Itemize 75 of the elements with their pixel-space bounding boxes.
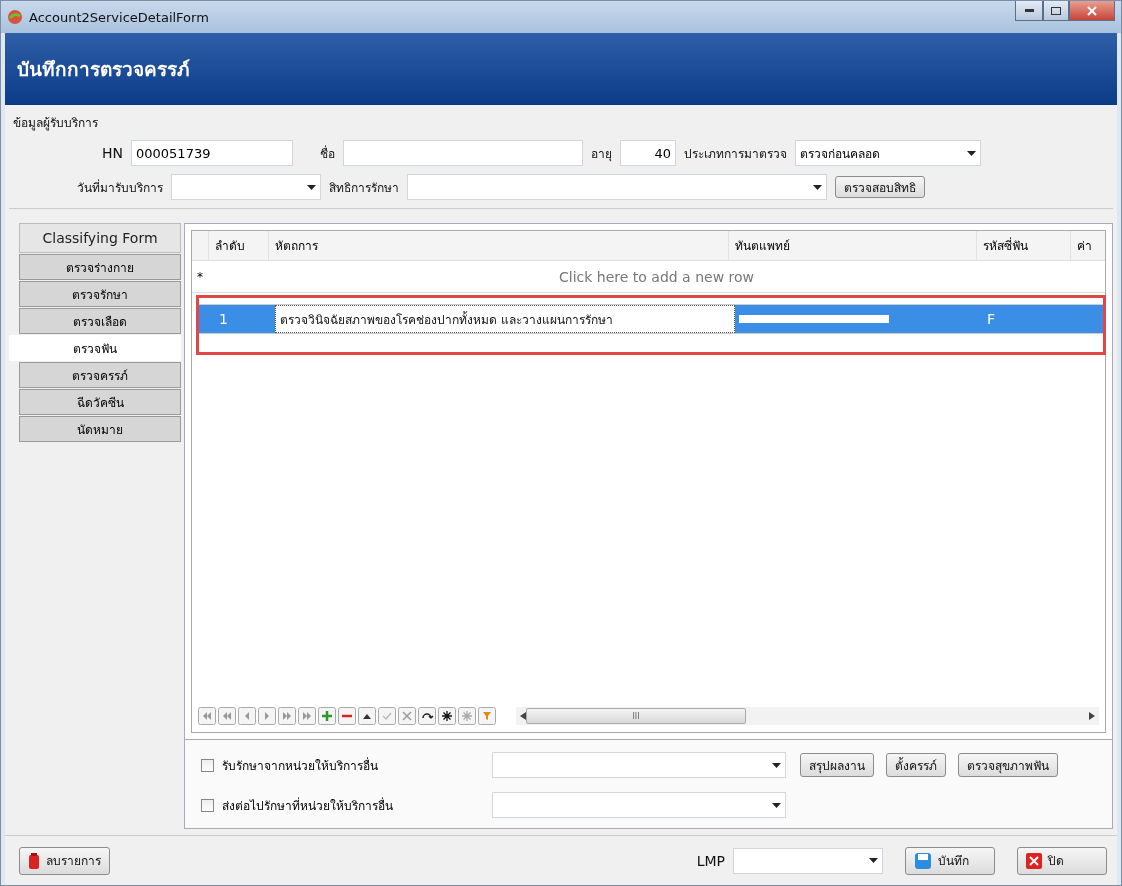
dropdown-caret-icon[interactable] (772, 762, 781, 768)
close-icon (1087, 5, 1097, 16)
sidebar-tab[interactable]: ตรวจร่างกาย (19, 254, 181, 280)
dropdown-caret-icon[interactable] (967, 150, 976, 156)
age-field[interactable]: 40 (620, 140, 676, 166)
column-header[interactable]: ลำดับ (208, 231, 268, 260)
field-label: ชื่อ (319, 144, 335, 163)
sidebar-tab[interactable]: ตรวจเลือด (19, 308, 181, 334)
minimize-icon (1024, 9, 1034, 12)
field-label: LMP (696, 852, 725, 869)
field-label: อายุ (591, 145, 612, 163)
field-label: สิทธิการรักษา (329, 179, 399, 197)
scroll-right-icon[interactable] (1089, 712, 1095, 720)
new-row[interactable]: * Click here to add a new row (192, 261, 1105, 293)
refresh-icon[interactable] (418, 707, 436, 725)
sidebar-header: Classifying Form (19, 223, 181, 253)
delete-button[interactable]: ลบรายการ (19, 846, 110, 875)
table-cell-text: 1 (218, 310, 229, 329)
checkbox-label: รับรักษาจากหน่วยให้บริการอื่น (222, 756, 379, 775)
first-record-icon[interactable] (198, 707, 216, 725)
minimize-button[interactable] (1015, 1, 1043, 21)
filter-icon[interactable] (478, 707, 496, 725)
horizontal-scrollbar[interactable]: III (516, 707, 1099, 725)
checkbox-label: ส่งต่อไปรักษาที่หน่วยให้บริการอื่น (222, 796, 394, 815)
dropdown-caret-icon[interactable] (772, 802, 781, 808)
new-row-marker: * (196, 269, 204, 284)
last-record-icon[interactable] (298, 707, 316, 725)
column-header[interactable]: ทันตแพทย์ (728, 231, 976, 260)
close-window-button[interactable] (1069, 1, 1115, 21)
column-header[interactable]: รหัสซี่ฟัน (976, 231, 1070, 260)
checkbox[interactable] (201, 758, 214, 772)
close-button[interactable]: ปิด (1017, 846, 1107, 875)
next-icon[interactable] (258, 707, 276, 725)
checkbox[interactable] (201, 798, 214, 812)
sidebar-tab[interactable]: นัดหมาย (19, 416, 181, 442)
field-label: วันที่มารับบริการ (76, 178, 163, 197)
up-icon[interactable] (358, 707, 376, 725)
sidebar-tab[interactable]: ตรวจฟัน (9, 335, 181, 361)
close-icon (1026, 852, 1042, 869)
action-button[interactable]: สรุปผลงาน (800, 753, 874, 777)
sidebar-tab[interactable]: ตรวจครรภ์ (19, 362, 181, 388)
table-cell[interactable]: ตรวจวินิจฉัยสภาพของโรคช่องปากทั้งหมด และวางแผนการรักษา (275, 305, 735, 333)
check-icon[interactable] (378, 707, 396, 725)
form-title: บันทึกการตรวจครรภ์ (17, 57, 190, 82)
remove-icon[interactable] (338, 707, 356, 725)
visit-type-dropdown[interactable]: ตรวจก่อนคลอด (795, 140, 981, 166)
dropdown-caret-icon[interactable] (869, 858, 878, 863)
table-row[interactable]: 1 ตรวจวินิจฉัยสภาพของโรคช่องปากทั้งหมด และวางแผนการรักษา F (199, 304, 1103, 334)
window-title: Account2ServiceDetailForm (29, 9, 210, 25)
previous-icon[interactable] (238, 707, 256, 725)
save-button[interactable]: บันทึก (905, 846, 995, 875)
scroll-thumb[interactable]: III (526, 708, 746, 724)
next-page-icon[interactable] (278, 707, 296, 725)
column-header[interactable]: หัตถการ (268, 231, 728, 260)
column-header[interactable]: ค่า (1070, 231, 1105, 260)
field-label: HN (101, 145, 123, 161)
new-row-hint: Click here to add a new row (558, 268, 755, 285)
name-field[interactable] (343, 140, 583, 166)
dropdown-caret-icon[interactable] (813, 184, 822, 190)
field-label: ประเภทการมาตรวจ (684, 145, 787, 163)
app-icon (7, 9, 23, 25)
table-cell-text: F (986, 310, 997, 329)
check-right-button[interactable]: ตรวจสอบสิทธิ (835, 176, 925, 198)
hn-field[interactable]: 000051739 (131, 140, 293, 166)
action-button[interactable]: ตรวจสุขภาพฟัน (958, 753, 1058, 777)
asterisk-icon[interactable] (438, 707, 456, 725)
add-icon[interactable] (318, 707, 336, 725)
action-button[interactable]: ตั้งครรภ์ (886, 753, 946, 777)
group-label: ข้อมูลผู้รับบริการ (13, 115, 99, 132)
dropdown-caret-icon[interactable] (307, 184, 316, 190)
previous-page-icon[interactable] (218, 707, 236, 725)
maximize-button[interactable] (1043, 1, 1069, 21)
maximize-icon (1051, 6, 1061, 15)
sidebar-tab[interactable]: ฉีดวัคซีน (19, 389, 181, 415)
sidebar-tab[interactable]: ตรวจรักษา (19, 281, 181, 307)
